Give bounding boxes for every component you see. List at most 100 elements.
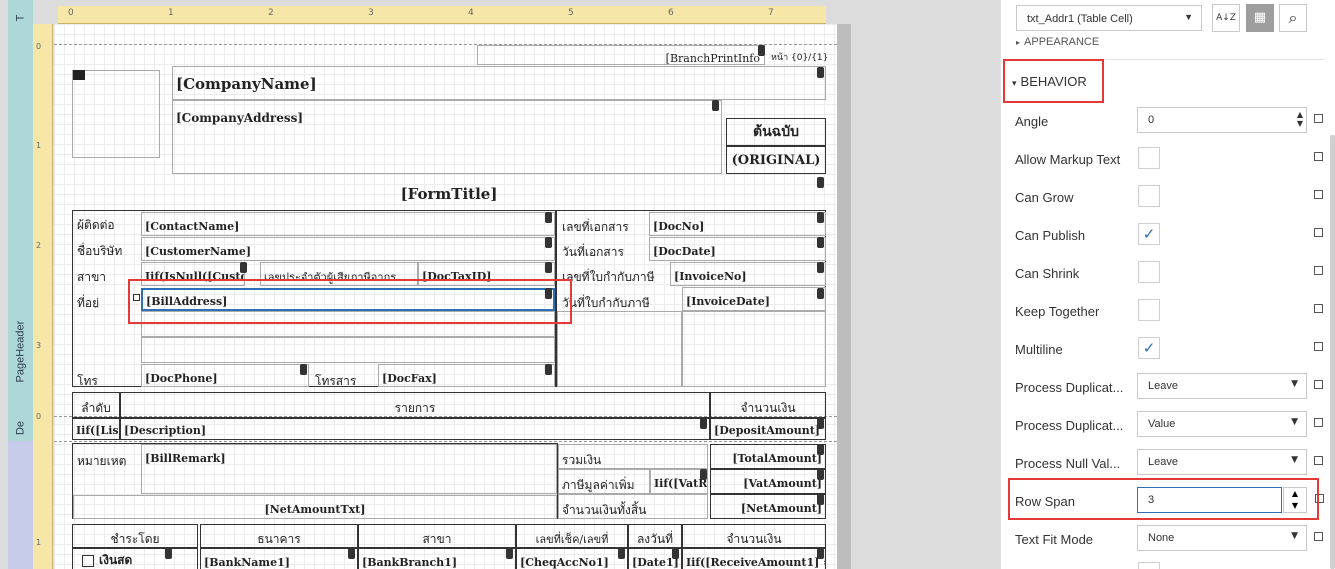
spin-arrows-icon[interactable]: ▲ ▼ bbox=[1297, 110, 1303, 128]
net-amount-field[interactable]: [NetAmount] bbox=[710, 494, 826, 519]
prop-row-can-shrink[interactable]: Can Shrink bbox=[1015, 255, 1323, 293]
contact-name-field[interactable]: [ContactName] bbox=[141, 212, 555, 236]
band-top-margin[interactable]: T bbox=[8, 0, 33, 44]
object-selector-value: txt_Addr1 (Table Cell) bbox=[1027, 13, 1133, 25]
document-info-spacer[interactable] bbox=[682, 311, 826, 387]
vat-label: ภาษีมูลค่าเพิ่ม bbox=[558, 469, 650, 494]
pay-branch-header[interactable]: สาขา bbox=[358, 524, 516, 548]
branch-print-info-field[interactable]: [BranchPrintInfo bbox=[477, 45, 765, 65]
receive-amount1-field[interactable]: Iif([ReceiveAmount1] == bbox=[682, 548, 826, 569]
prop-row-allow-markup[interactable]: Allow Markup Text bbox=[1015, 141, 1323, 179]
can-publish-checkbox[interactable]: ✓ bbox=[1138, 223, 1160, 245]
company-name-field[interactable]: [CompanyName] bbox=[172, 66, 826, 100]
can-grow-checkbox[interactable] bbox=[1138, 185, 1160, 207]
cash-checkbox-icon[interactable] bbox=[82, 555, 94, 567]
iif-list-field[interactable]: Iif([Lis bbox=[72, 418, 120, 440]
prop-label: Can Shrink bbox=[1015, 266, 1080, 281]
prop-label: Keep Together bbox=[1015, 304, 1100, 319]
prop-row-can-grow[interactable]: Can Grow bbox=[1015, 179, 1323, 217]
cheq-acc-no1-field[interactable]: [CheqAccNo1] bbox=[516, 548, 628, 569]
prop-row-can-publish[interactable]: Can Publish ✓ bbox=[1015, 217, 1323, 255]
cheque-header[interactable]: เลขที่เช็ค/เลขที่ bbox=[516, 524, 628, 548]
form-title-field[interactable]: [FormTitle] bbox=[72, 182, 826, 208]
ruler-tick: 4 bbox=[468, 8, 474, 18]
bill-remark-field[interactable]: [BillRemark] bbox=[141, 444, 557, 494]
reset-square-icon[interactable] bbox=[1314, 266, 1323, 275]
next-row-checkbox[interactable] bbox=[1138, 562, 1160, 569]
angle-spin-input[interactable]: 0 ▲ ▼ bbox=[1137, 107, 1307, 133]
band-page-header[interactable]: PageHeader bbox=[8, 44, 33, 416]
categorized-view-button[interactable]: ▦ bbox=[1246, 4, 1274, 32]
customer-name-field[interactable]: [CustomerName] bbox=[141, 237, 555, 261]
prop-row-multiline[interactable]: Multiline ✓ bbox=[1015, 331, 1323, 369]
invoice-no-field[interactable]: [InvoiceNo] bbox=[670, 262, 826, 286]
database-icon bbox=[817, 262, 824, 273]
keep-together-checkbox[interactable] bbox=[1138, 299, 1160, 321]
doc-fax-field[interactable]: [DocFax] bbox=[378, 364, 555, 387]
invoice-no-label: เลขที่ใบกำกับภาษี bbox=[562, 270, 655, 282]
reset-square-icon[interactable] bbox=[1314, 380, 1323, 389]
remark-label: หมายเหตุ bbox=[77, 454, 127, 466]
reset-square-icon[interactable] bbox=[1314, 456, 1323, 465]
page-number-field[interactable]: หน้า {0}/{1} bbox=[768, 48, 828, 64]
pay-by-header[interactable]: ชำระโดย bbox=[72, 524, 198, 548]
doc-phone-field[interactable]: [DocPhone] bbox=[141, 364, 309, 387]
band-footer[interactable] bbox=[8, 441, 33, 569]
process-null-values-select[interactable]: Leave ▼ bbox=[1137, 449, 1307, 475]
address-line3-cell[interactable] bbox=[141, 337, 555, 363]
prop-row-text-fit-mode[interactable]: Text Fit Mode None ▼ bbox=[1015, 521, 1323, 559]
object-selector[interactable]: txt_Addr1 (Table Cell) ▼ bbox=[1016, 5, 1202, 31]
text-fit-mode-select[interactable]: None ▼ bbox=[1137, 525, 1307, 551]
reset-square-icon[interactable] bbox=[1314, 342, 1323, 351]
copy-original-english-field[interactable]: (ORIGINAL) bbox=[726, 146, 826, 174]
appearance-section[interactable]: ▸ APPEARANCE bbox=[1016, 36, 1326, 50]
reset-square-icon[interactable] bbox=[1314, 152, 1323, 161]
prop-row-process-duplicates-target[interactable]: Process Duplicat... Value ▼ bbox=[1015, 407, 1323, 445]
ruler-tick: 3 bbox=[368, 8, 374, 18]
logo-picture-box[interactable] bbox=[72, 70, 160, 158]
can-shrink-checkbox[interactable] bbox=[1138, 261, 1160, 283]
report-designer[interactable]: T PageHeader De 0 1 2 3 4 5 6 7 0 1 2 3 … bbox=[0, 0, 1000, 569]
reset-square-icon[interactable] bbox=[1314, 114, 1323, 123]
document-info-spacer[interactable] bbox=[557, 311, 682, 387]
total-amount-field[interactable]: [TotalAmount] bbox=[710, 444, 826, 469]
items-header[interactable]: รายการ bbox=[120, 392, 710, 418]
prop-label: Text Fit Mode bbox=[1015, 532, 1094, 547]
database-icon bbox=[758, 45, 765, 56]
band-detail[interactable]: De bbox=[8, 416, 33, 441]
deposit-amount-field[interactable]: [DepositAmount] bbox=[710, 418, 826, 440]
vat-amount-field[interactable]: [VatAmount] bbox=[710, 469, 826, 494]
bank-branch1-field[interactable]: [BankBranch1] bbox=[358, 548, 516, 569]
allow-markup-checkbox[interactable] bbox=[1138, 147, 1160, 169]
invoice-date-field[interactable]: [InvoiceDate] bbox=[682, 287, 826, 311]
scrollbar[interactable] bbox=[1330, 135, 1335, 569]
sequence-header[interactable]: ลำดับ bbox=[72, 392, 120, 418]
process-duplicates-mode-select[interactable]: Leave ▼ bbox=[1137, 373, 1307, 399]
prop-row-angle[interactable]: Angle 0 ▲ ▼ bbox=[1015, 103, 1323, 141]
copy-original-thai-field[interactable]: ต้นฉบับ bbox=[726, 118, 826, 146]
database-icon bbox=[817, 67, 824, 78]
reset-square-icon[interactable] bbox=[1314, 532, 1323, 541]
reset-square-icon[interactable] bbox=[1314, 418, 1323, 427]
doc-no-field[interactable]: [DocNo] bbox=[649, 212, 826, 236]
date-header[interactable]: ลงวันที่ bbox=[628, 524, 682, 548]
process-duplicates-target-select[interactable]: Value ▼ bbox=[1137, 411, 1307, 437]
net-amount-text-field[interactable]: [NetAmountTxt] bbox=[73, 495, 557, 519]
sort-alphabetical-button[interactable]: A↓Z bbox=[1212, 4, 1240, 32]
multiline-checkbox[interactable]: ✓ bbox=[1138, 337, 1160, 359]
pay-amount-header[interactable]: จำนวนเงิน bbox=[682, 524, 826, 548]
bank-name1-field[interactable]: [BankName1] bbox=[200, 548, 358, 569]
prop-row-process-duplicates-mode[interactable]: Process Duplicat... Leave ▼ bbox=[1015, 369, 1323, 407]
bank-header[interactable]: ธนาคาร bbox=[200, 524, 358, 548]
amount-header[interactable]: จำนวนเงิน bbox=[710, 392, 826, 418]
description-field[interactable]: [Description] bbox=[120, 418, 710, 440]
reset-square-icon[interactable] bbox=[1314, 228, 1323, 237]
prop-value: Leave bbox=[1148, 380, 1178, 392]
doc-date-field[interactable]: [DocDate] bbox=[649, 237, 826, 261]
company-address-field[interactable]: [CompanyAddress] bbox=[172, 100, 722, 174]
reset-square-icon[interactable] bbox=[1314, 190, 1323, 199]
reset-square-icon[interactable] bbox=[1314, 304, 1323, 313]
chevron-down-icon: ▼ bbox=[1291, 531, 1298, 541]
prop-row-keep-together[interactable]: Keep Together bbox=[1015, 293, 1323, 331]
search-button[interactable]: ⌕ bbox=[1279, 4, 1307, 32]
